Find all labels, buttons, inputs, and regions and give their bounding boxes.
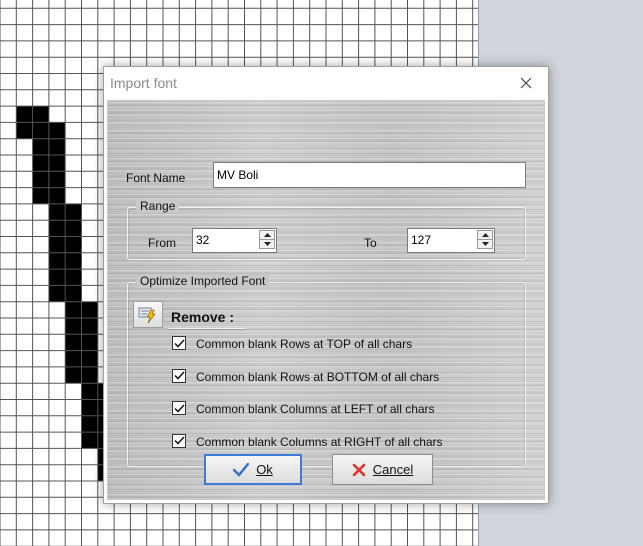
optimize-group: Optimize Imported Font Remove : Common b…: [127, 274, 526, 467]
title-bar[interactable]: Import font: [104, 67, 548, 98]
glyph-pixel[interactable]: [81, 415, 98, 433]
glyph-pixel[interactable]: [81, 366, 98, 384]
font-name-label: Font Name: [126, 171, 186, 185]
to-input[interactable]: [408, 229, 466, 250]
glyph-pixel[interactable]: [65, 334, 82, 351]
to-spin-buttons[interactable]: [477, 230, 493, 249]
glyph-pixel[interactable]: [65, 350, 82, 367]
option-checkbox[interactable]: [172, 368, 186, 383]
arrow-up-icon: [263, 233, 271, 237]
glyph-pixel[interactable]: [32, 138, 49, 155]
option-label[interactable]: Common blank Rows at TOP of all chars: [196, 337, 412, 351]
option-checkbox[interactable]: [172, 401, 186, 415]
glyph-pixel[interactable]: [32, 171, 49, 188]
remove-underline: [168, 328, 246, 329]
glyph-pixel[interactable]: [32, 106, 49, 123]
close-icon: [520, 77, 532, 88]
glyph-pixel[interactable]: [48, 171, 66, 188]
option-label[interactable]: Common blank Rows at BOTTOM of all chars: [196, 370, 439, 384]
glyph-pixel[interactable]: [81, 432, 98, 449]
to-decrement-button[interactable]: [478, 240, 492, 248]
check-mark-icon: [173, 403, 185, 413]
dialog-body: Font Name Range From To: [107, 100, 545, 500]
glyph-pixel[interactable]: [81, 301, 98, 318]
option-checkbox[interactable]: [172, 336, 186, 350]
glyph-pixel[interactable]: [16, 122, 33, 139]
range-group-title: Range: [136, 199, 180, 213]
glyph-pixel[interactable]: [16, 106, 33, 123]
glyph-pixel[interactable]: [81, 350, 98, 367]
cancel-button[interactable]: Cancel: [332, 454, 433, 485]
to-increment-button[interactable]: [478, 231, 492, 240]
close-button[interactable]: [504, 67, 548, 98]
from-decrement-button[interactable]: [260, 240, 274, 248]
check-mark-icon: [173, 338, 185, 348]
font-name-input[interactable]: [213, 162, 526, 188]
dialog-title: Import font: [110, 75, 177, 91]
checkmark-icon: [233, 462, 250, 477]
cancel-label: Cancel: [372, 462, 414, 477]
glyph-pixel[interactable]: [65, 236, 82, 253]
glyph-pixel[interactable]: [65, 318, 82, 335]
from-spin-buttons[interactable]: [259, 230, 275, 249]
glyph-pixel[interactable]: [32, 122, 49, 139]
glyph-pixel[interactable]: [48, 155, 66, 172]
check-mark-icon: [173, 371, 185, 380]
glyph-pixel[interactable]: [48, 285, 66, 302]
arrow-down-icon: [263, 242, 271, 246]
glyph-pixel[interactable]: [65, 252, 82, 270]
glyph-pixel[interactable]: [32, 155, 49, 172]
from-spinner[interactable]: [192, 228, 277, 253]
arrow-up-icon: [481, 233, 489, 237]
glyph-pixel[interactable]: [65, 269, 82, 286]
glyph-pixel[interactable]: [65, 285, 82, 302]
option-label[interactable]: Common blank Columns at LEFT of all char…: [196, 402, 435, 416]
to-spinner[interactable]: [407, 228, 495, 253]
remove-label: Remove :: [171, 309, 235, 325]
glyph-pixel[interactable]: [81, 334, 98, 351]
from-increment-button[interactable]: [260, 231, 274, 240]
glyph-pixel[interactable]: [48, 138, 66, 155]
glyph-pixel[interactable]: [48, 122, 66, 139]
range-group: Range From To: [127, 199, 526, 260]
glyph-pixel[interactable]: [65, 203, 82, 221]
ok-label: Ok: [256, 462, 273, 477]
from-input[interactable]: [193, 229, 251, 250]
glyph-pixel[interactable]: [65, 366, 82, 384]
optimize-icon-box: [133, 301, 163, 328]
import-font-dialog: Import font Font Name Range From: [103, 66, 549, 504]
to-label: To: [364, 236, 377, 250]
glyph-pixel[interactable]: [65, 220, 82, 237]
glyph-pixel[interactable]: [48, 269, 66, 286]
wand-lightning-icon: [138, 307, 156, 323]
optimize-group-title: Optimize Imported Font: [136, 274, 270, 288]
glyph-pixel[interactable]: [48, 187, 66, 204]
glyph-pixel[interactable]: [48, 252, 66, 270]
glyph-pixel[interactable]: [81, 399, 98, 416]
glyph-pixel[interactable]: [65, 301, 82, 318]
glyph-pixel[interactable]: [48, 203, 66, 221]
check-mark-icon: [173, 436, 185, 445]
from-label: From: [148, 236, 176, 250]
option-label[interactable]: Common blank Columns at RIGHT of all cha…: [196, 435, 443, 449]
glyph-pixel[interactable]: [48, 236, 66, 253]
option-checkbox[interactable]: [172, 433, 186, 448]
ok-button[interactable]: Ok: [204, 454, 302, 485]
arrow-down-icon: [481, 242, 489, 246]
cancel-x-icon: [352, 463, 366, 476]
glyph-pixel[interactable]: [48, 220, 66, 237]
glyph-pixel[interactable]: [81, 383, 98, 400]
glyph-pixel[interactable]: [81, 318, 98, 335]
glyph-pixel[interactable]: [32, 187, 49, 204]
